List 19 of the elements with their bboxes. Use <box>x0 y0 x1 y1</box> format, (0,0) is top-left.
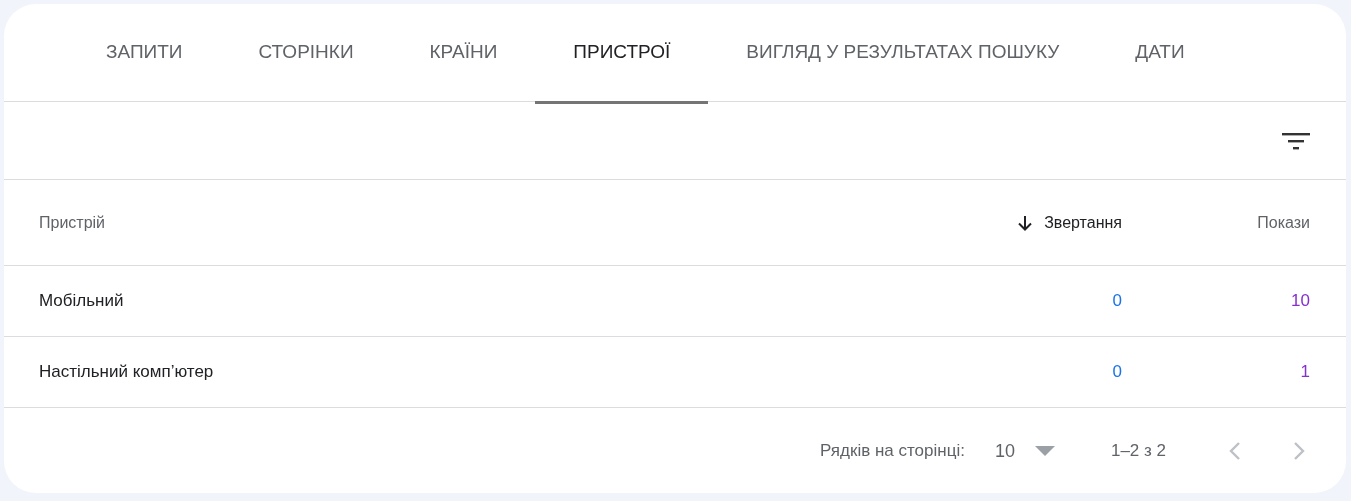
table-cell-text: 1 <box>1300 361 1310 384</box>
column-header[interactable]: Звертання <box>1044 210 1122 235</box>
tab[interactable]: ДАТИ <box>1097 4 1223 104</box>
table-cell: Мобільний <box>39 291 124 311</box>
rows-per-page-select[interactable]: 10 <box>994 437 1055 465</box>
page-range: 1–2 з 2 <box>1110 440 1166 463</box>
rows-per-page-label: Рядків на сторінці: <box>820 440 965 463</box>
tab[interactable]: ПРИСТРОЇ <box>535 4 709 104</box>
tab[interactable]: СТОРІНКИ <box>220 4 392 104</box>
table-cell: Настільний комп’ютер <box>39 362 214 382</box>
column-header[interactable]: Покази <box>1257 210 1310 235</box>
tab[interactable]: КРАЇНИ <box>391 4 536 104</box>
table-cell-text: 0 <box>1112 361 1122 384</box>
tab[interactable]: ВИГЛЯД У РЕЗУЛЬТАТАХ ПОШУКУ <box>708 4 1098 104</box>
table-cell-text: 0 <box>1112 290 1122 313</box>
caret-icon <box>1034 446 1055 456</box>
tab[interactable]: ЗАПИТИ <box>68 4 221 104</box>
column-header[interactable]: Пристрій <box>39 213 106 231</box>
table-cell-text: 10 <box>1291 290 1310 313</box>
